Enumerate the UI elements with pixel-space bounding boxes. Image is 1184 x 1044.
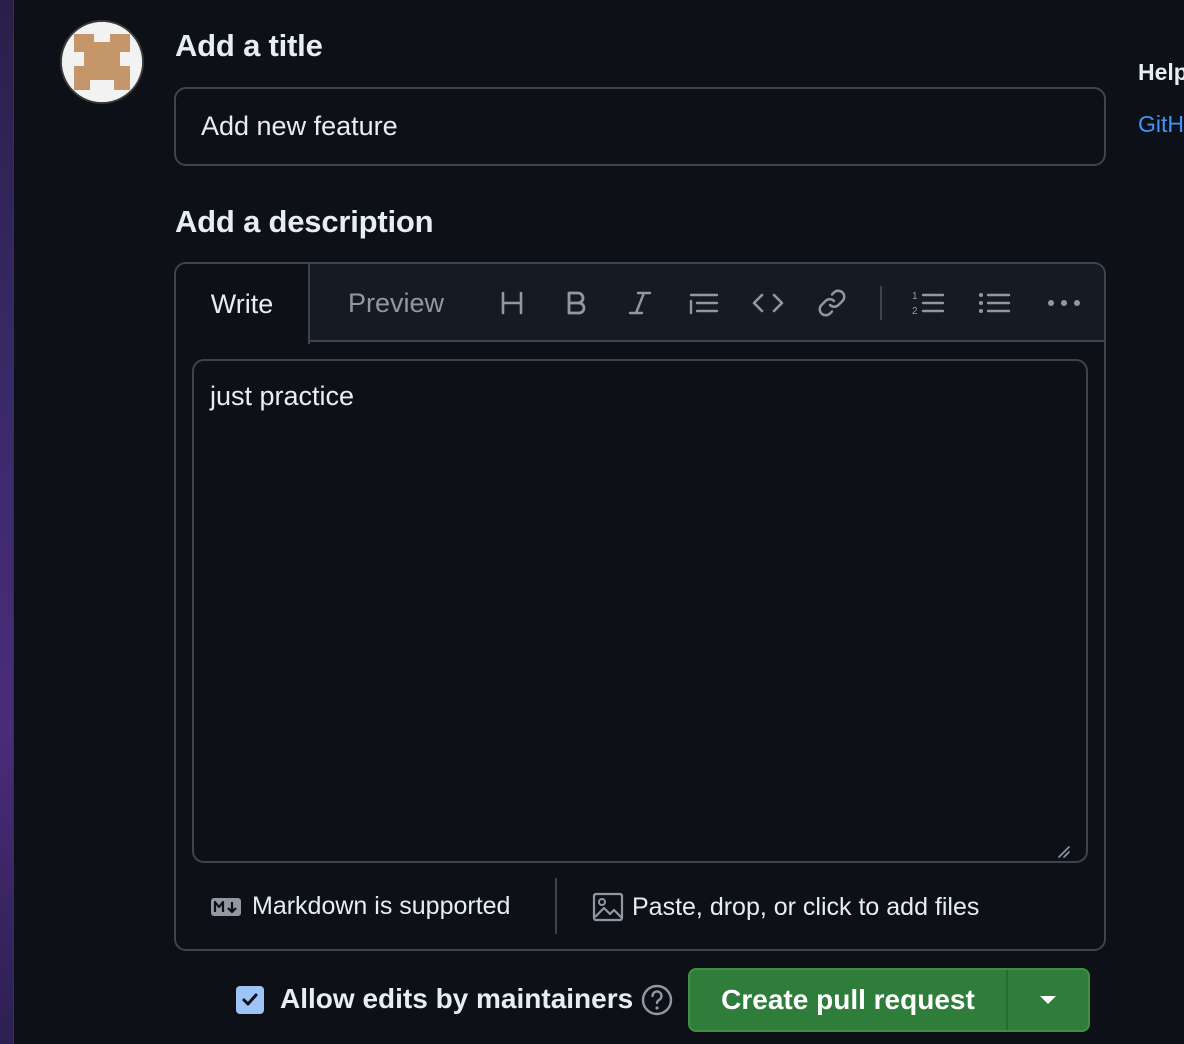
svg-text:1: 1 (912, 291, 918, 302)
toolbar-divider (880, 286, 882, 320)
link-icon (818, 289, 846, 317)
question-icon[interactable] (640, 983, 674, 1017)
italic-button[interactable] (620, 283, 660, 323)
code-icon (752, 293, 784, 313)
link-button[interactable] (812, 283, 852, 323)
markdown-note[interactable]: Markdown is supported (210, 892, 510, 921)
quote-icon (689, 293, 719, 315)
resize-handle-icon[interactable] (1056, 844, 1070, 858)
tab-preview[interactable]: Preview (310, 264, 482, 342)
title-input[interactable] (174, 87, 1106, 166)
tab-write[interactable]: Write (176, 264, 310, 344)
footer-divider (555, 878, 557, 934)
caret-down-icon (1040, 996, 1056, 1004)
attach-files[interactable]: Paste, drop, or click to add files (592, 892, 979, 922)
avatar[interactable] (60, 20, 144, 104)
checkmark-icon (242, 993, 258, 1006)
code-button[interactable] (748, 283, 788, 323)
attach-files-text: Paste, drop, or click to add files (632, 892, 980, 921)
help-link[interactable]: GitHub (1138, 111, 1184, 138)
create-pull-request-button-group: Create pull request (688, 968, 1090, 1032)
svg-text:2: 2 (912, 306, 918, 317)
editor-toolbar: Write Preview 1 2 (176, 264, 1104, 344)
create-pull-request-button[interactable]: Create pull request (690, 970, 1008, 1030)
help-heading: Help (1138, 59, 1184, 85)
bold-button[interactable] (556, 283, 596, 323)
numbered-list-icon: 1 2 (912, 291, 945, 317)
description-editor: Write Preview 1 2 just practice Markdown… (174, 262, 1106, 951)
more-button[interactable] (1044, 283, 1084, 323)
create-options-dropdown[interactable] (1008, 970, 1088, 1030)
italic-icon (628, 291, 652, 315)
quote-button[interactable] (684, 283, 724, 323)
bulleted-list-icon (979, 293, 1011, 313)
bold-icon (567, 291, 586, 315)
description-heading: Add a description (175, 204, 434, 239)
heading-icon (501, 291, 523, 315)
allow-edits-checkbox[interactable] (236, 986, 264, 1014)
image-icon (592, 892, 624, 922)
description-textarea[interactable] (192, 359, 1088, 863)
allow-edits-label[interactable]: Allow edits by maintainers (280, 983, 633, 1015)
bulleted-list-button[interactable] (974, 283, 1014, 323)
title-heading: Add a title (175, 28, 323, 63)
markdown-icon (211, 897, 241, 916)
markdown-note-text: Markdown is supported (252, 892, 511, 920)
more-icon (1048, 300, 1080, 306)
window-left-edge (0, 0, 14, 1044)
numbered-list-button[interactable]: 1 2 (908, 283, 948, 323)
editor-footer: Markdown is supported Paste, drop, or cl… (176, 864, 1104, 949)
heading-button[interactable] (492, 283, 532, 323)
sidebar-clip: Help GitHub (1120, 0, 1184, 200)
